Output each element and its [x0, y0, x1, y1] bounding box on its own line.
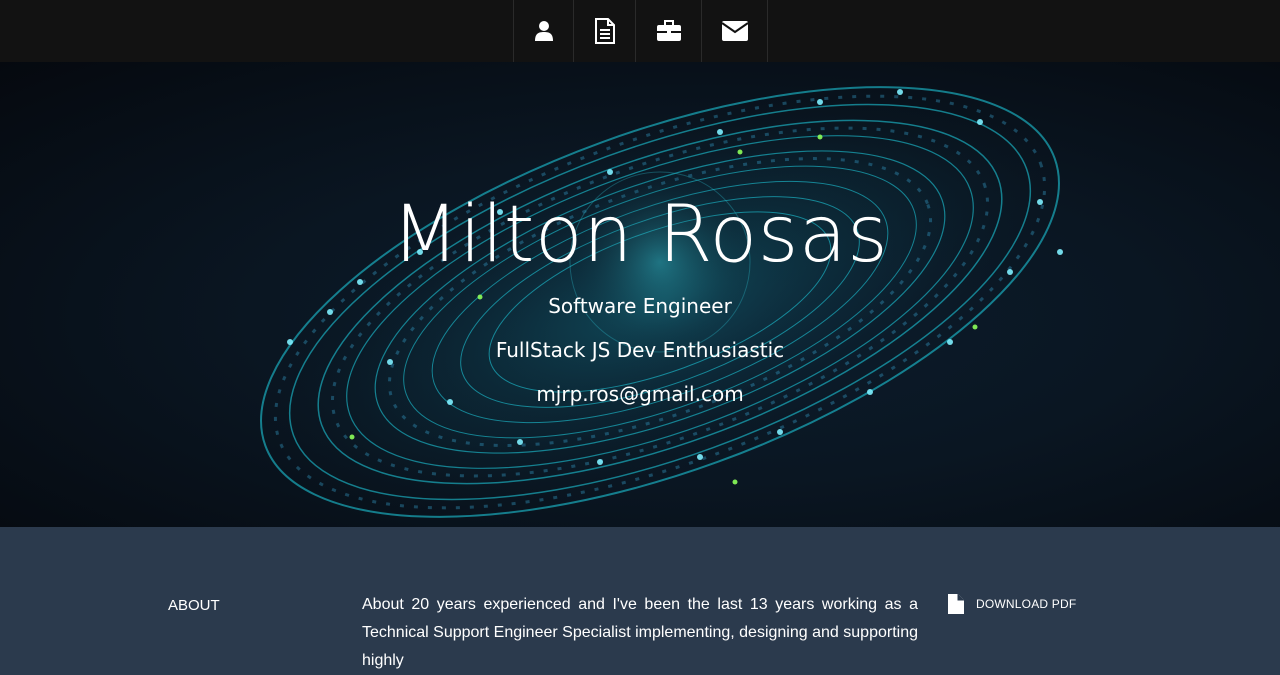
hero-name: Milton Rosas [391, 190, 889, 280]
nav-about-button[interactable] [513, 0, 573, 62]
hero-banner: Milton Rosas Software Engineer FullStack… [0, 62, 1280, 527]
nav-portfolio-button[interactable] [635, 0, 701, 62]
top-navigation [0, 0, 1280, 62]
download-pdf-link[interactable]: DOWNLOAD PDF [946, 593, 1076, 615]
document-icon [594, 18, 615, 44]
hero-role: Software Engineer [548, 294, 732, 318]
hero-email: mjrp.ros@gmail.com [536, 382, 744, 406]
file-icon [948, 594, 964, 614]
about-description: About 20 years experienced and I've been… [362, 596, 918, 669]
hero-tagline: FullStack JS Dev Enthusiastic [495, 338, 785, 362]
nav-resume-button[interactable] [573, 0, 635, 62]
nav-icon-group [513, 0, 768, 62]
user-icon [534, 21, 553, 41]
nav-contact-button[interactable] [701, 0, 768, 62]
envelope-icon [720, 21, 749, 41]
download-pdf-label: DOWNLOAD PDF [976, 597, 1077, 611]
about-heading: ABOUT [168, 597, 220, 614]
briefcase-icon [656, 20, 681, 41]
about-section: ABOUT About 20 years experienced and I'v… [0, 527, 1280, 669]
